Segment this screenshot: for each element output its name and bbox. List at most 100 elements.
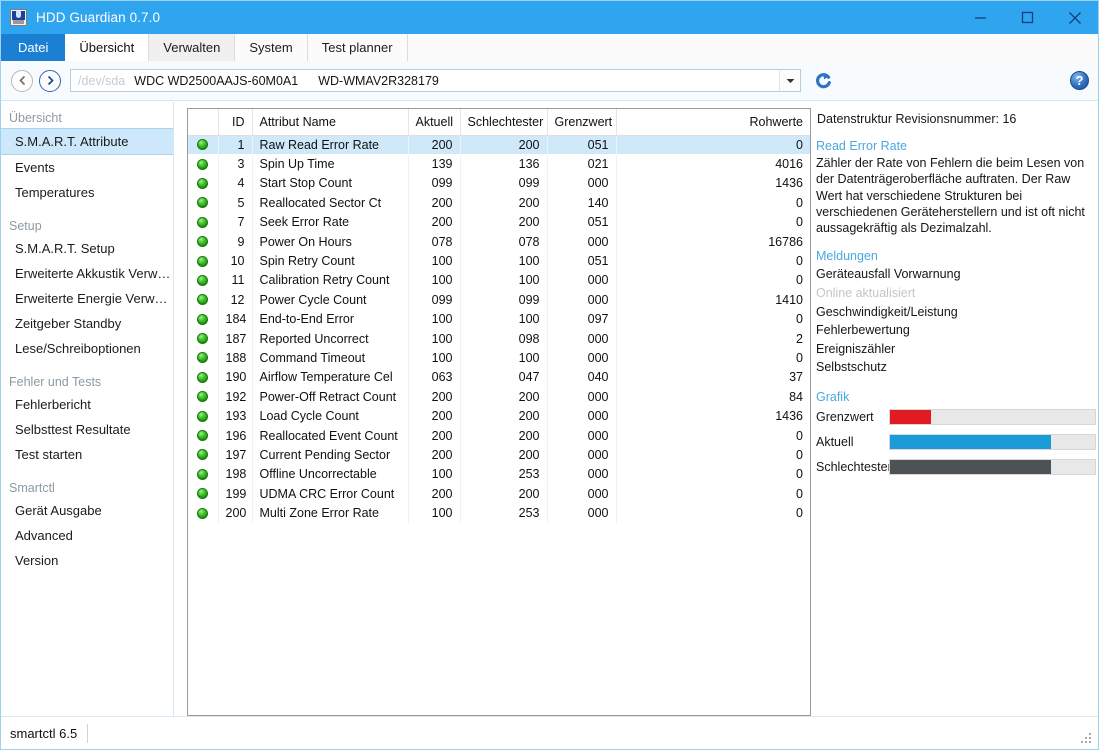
table-row[interactable]: 11 Calibration Retry Count 100 100 000 0 [188,270,810,291]
table-row[interactable]: 7 Seek Error Rate 200 200 051 0 [188,212,810,232]
cell-attribut-name: Power Cycle Count [252,290,409,310]
cell-grenzwert: 000 [547,484,617,504]
table-row[interactable]: 1 Raw Read Error Rate 200 200 051 0 [188,135,810,155]
sidebar-item-advanced[interactable]: Advanced [1,523,173,548]
chevron-down-icon[interactable] [779,70,800,91]
table-row[interactable]: 193 Load Cycle Count 200 200 000 1436 [188,406,810,426]
sidebar-item-akkustik-verwaltung[interactable]: Erweiterte Akkustik Verw… [1,261,173,286]
cell-schlechtester: 098 [460,328,548,349]
table-row[interactable]: 198 Offline Uncorrectable 100 253 000 0 [188,464,810,485]
cell-id: 197 [218,445,253,465]
table-row[interactable]: 184 End-to-End Error 100 100 097 0 [188,309,810,329]
table-row[interactable]: 192 Power-Off Retract Count 200 200 000 84 [188,387,810,407]
cell-id: 199 [218,484,253,504]
table-row[interactable]: 12 Power Cycle Count 099 099 000 1410 [188,290,810,310]
tab-system[interactable]: System [235,34,308,61]
cell-attribut-name: Reallocated Sector Ct [252,193,409,213]
cell-aktuell: 100 [408,348,461,368]
device-address-field[interactable]: /dev/sda WDC WD2500AAJS-60M0A1 WD-WMAV2R… [70,69,801,92]
sidebar-item-zeitgeber-standby[interactable]: Zeitgeber Standby [1,311,173,336]
cell-schlechtester: 078 [460,231,548,252]
sidebar-item-version[interactable]: Version [1,548,173,573]
resize-grip-icon[interactable] [1080,732,1093,745]
cell-attribut-name: Command Timeout [252,348,409,368]
cell-attribut-name: Start Stop Count [252,173,409,194]
graph-bar-track [889,433,1096,450]
table-row[interactable]: 10 Spin Retry Count 100 100 051 0 [188,251,810,271]
cell-schlechtester: 200 [460,135,548,155]
help-button[interactable]: ? [1070,71,1089,90]
tab-uebersicht[interactable]: Übersicht [65,34,150,61]
column-header-aktuell[interactable]: Aktuell [408,109,461,136]
close-button[interactable] [1051,1,1098,34]
sidebar-item-lese-schreiboptionen[interactable]: Lese/Schreiboptionen [1,336,173,361]
cell-aktuell: 100 [408,251,461,271]
cell-grenzwert: 000 [547,290,617,310]
table-row[interactable]: 187 Reported Uncorrect 100 098 000 2 [188,328,810,349]
status-led [188,445,219,465]
cell-grenzwert: 000 [547,425,617,446]
hdd-guardian-icon [10,9,27,26]
window-controls [957,1,1098,34]
table-row[interactable]: 197 Current Pending Sector 200 200 000 0 [188,445,810,465]
cell-attribut-name: Airflow Temperature Cel [252,367,409,388]
cell-schlechtester: 200 [460,193,548,213]
sidebar-item-fehlerbericht[interactable]: Fehlerbericht [1,392,173,417]
sidebar-item-geraet-ausgabe[interactable]: Gerät Ausgabe [1,498,173,523]
column-header-status[interactable] [188,109,219,136]
cell-attribut-name: Current Pending Sector [252,445,409,465]
cell-rohwerte: 1436 [775,176,803,191]
status-ok-icon [197,139,209,151]
status-led [188,154,219,174]
cell-id: 193 [218,406,253,426]
table-row[interactable]: 199 UDMA CRC Error Count 200 200 000 0 [188,484,810,504]
column-header-attribut-name[interactable]: Attribut Name [252,109,409,136]
back-arrow-icon[interactable] [11,69,33,92]
table-row[interactable]: 4 Start Stop Count 099 099 000 1436 [188,173,810,194]
table-row[interactable]: 200 Multi Zone Error Rate 100 253 000 0 [188,503,810,523]
sidebar-item-test-starten[interactable]: Test starten [1,442,173,467]
cell-id: 187 [218,328,253,349]
refresh-icon[interactable] [811,69,835,93]
table-row[interactable]: 196 Reallocated Event Count 200 200 000 0 [188,425,810,446]
sidebar-item-selbsttest-resultate[interactable]: Selbsttest Resultate [1,417,173,442]
cell-grenzwert: 051 [547,251,617,271]
minimize-button[interactable] [957,1,1004,34]
table-row[interactable]: 9 Power On Hours 078 078 000 16786 [188,231,810,252]
column-header-id[interactable]: ID [218,109,253,136]
cell-rohwerte: 0 [796,215,803,230]
graph-bar-row: Schlechtester [816,456,1096,477]
status-led [188,309,219,329]
cell-schlechtester: 100 [460,309,548,329]
graph-heading: Grafik [816,390,850,405]
cell-aktuell: 200 [408,212,461,232]
sidebar-item-energie-verwaltung[interactable]: Erweiterte Energie Verw… [1,286,173,311]
status-led [188,270,219,291]
status-ok-icon [197,158,209,170]
cell-rohwerte: 1436 [775,409,803,424]
window-title: HDD Guardian 0.7.0 [36,10,161,25]
column-header-grenzwert[interactable]: Grenzwert [547,109,617,136]
tab-verwalten[interactable]: Verwalten [149,34,236,61]
forward-arrow-icon[interactable] [39,69,61,92]
status-ok-icon [197,236,209,248]
table-row[interactable]: 3 Spin Up Time 139 136 021 4016 [188,154,810,174]
cell-rohwerte: 1410 [775,292,803,307]
table-row[interactable]: 190 Airflow Temperature Cel 063 047 040 37 [188,367,810,388]
sidebar-item-smart-setup[interactable]: S.M.A.R.T. Setup [1,236,173,261]
cell-id: 7 [218,212,253,232]
tab-test-planner[interactable]: Test planner [307,34,408,61]
cell-schlechtester: 100 [460,348,548,368]
cell-grenzwert: 000 [547,348,617,368]
sidebar-item-events[interactable]: Events [1,155,173,180]
maximize-button[interactable] [1004,1,1051,34]
cell-rohwerte: 0 [796,350,803,365]
column-header-schlechtester[interactable]: Schlechtester [460,109,548,136]
sidebar-item-smart-attribute[interactable]: S.M.A.R.T. Attribute [1,128,173,155]
tab-datei[interactable]: Datei [1,34,66,61]
table-row[interactable]: 5 Reallocated Sector Ct 200 200 140 0 [188,193,810,213]
sidebar-item-temperatures[interactable]: Temperatures [1,180,173,205]
column-header-rohwerte[interactable]: Rohwerte [616,109,810,136]
table-row[interactable]: 188 Command Timeout 100 100 000 0 [188,348,810,368]
cell-schlechtester: 100 [460,270,548,291]
